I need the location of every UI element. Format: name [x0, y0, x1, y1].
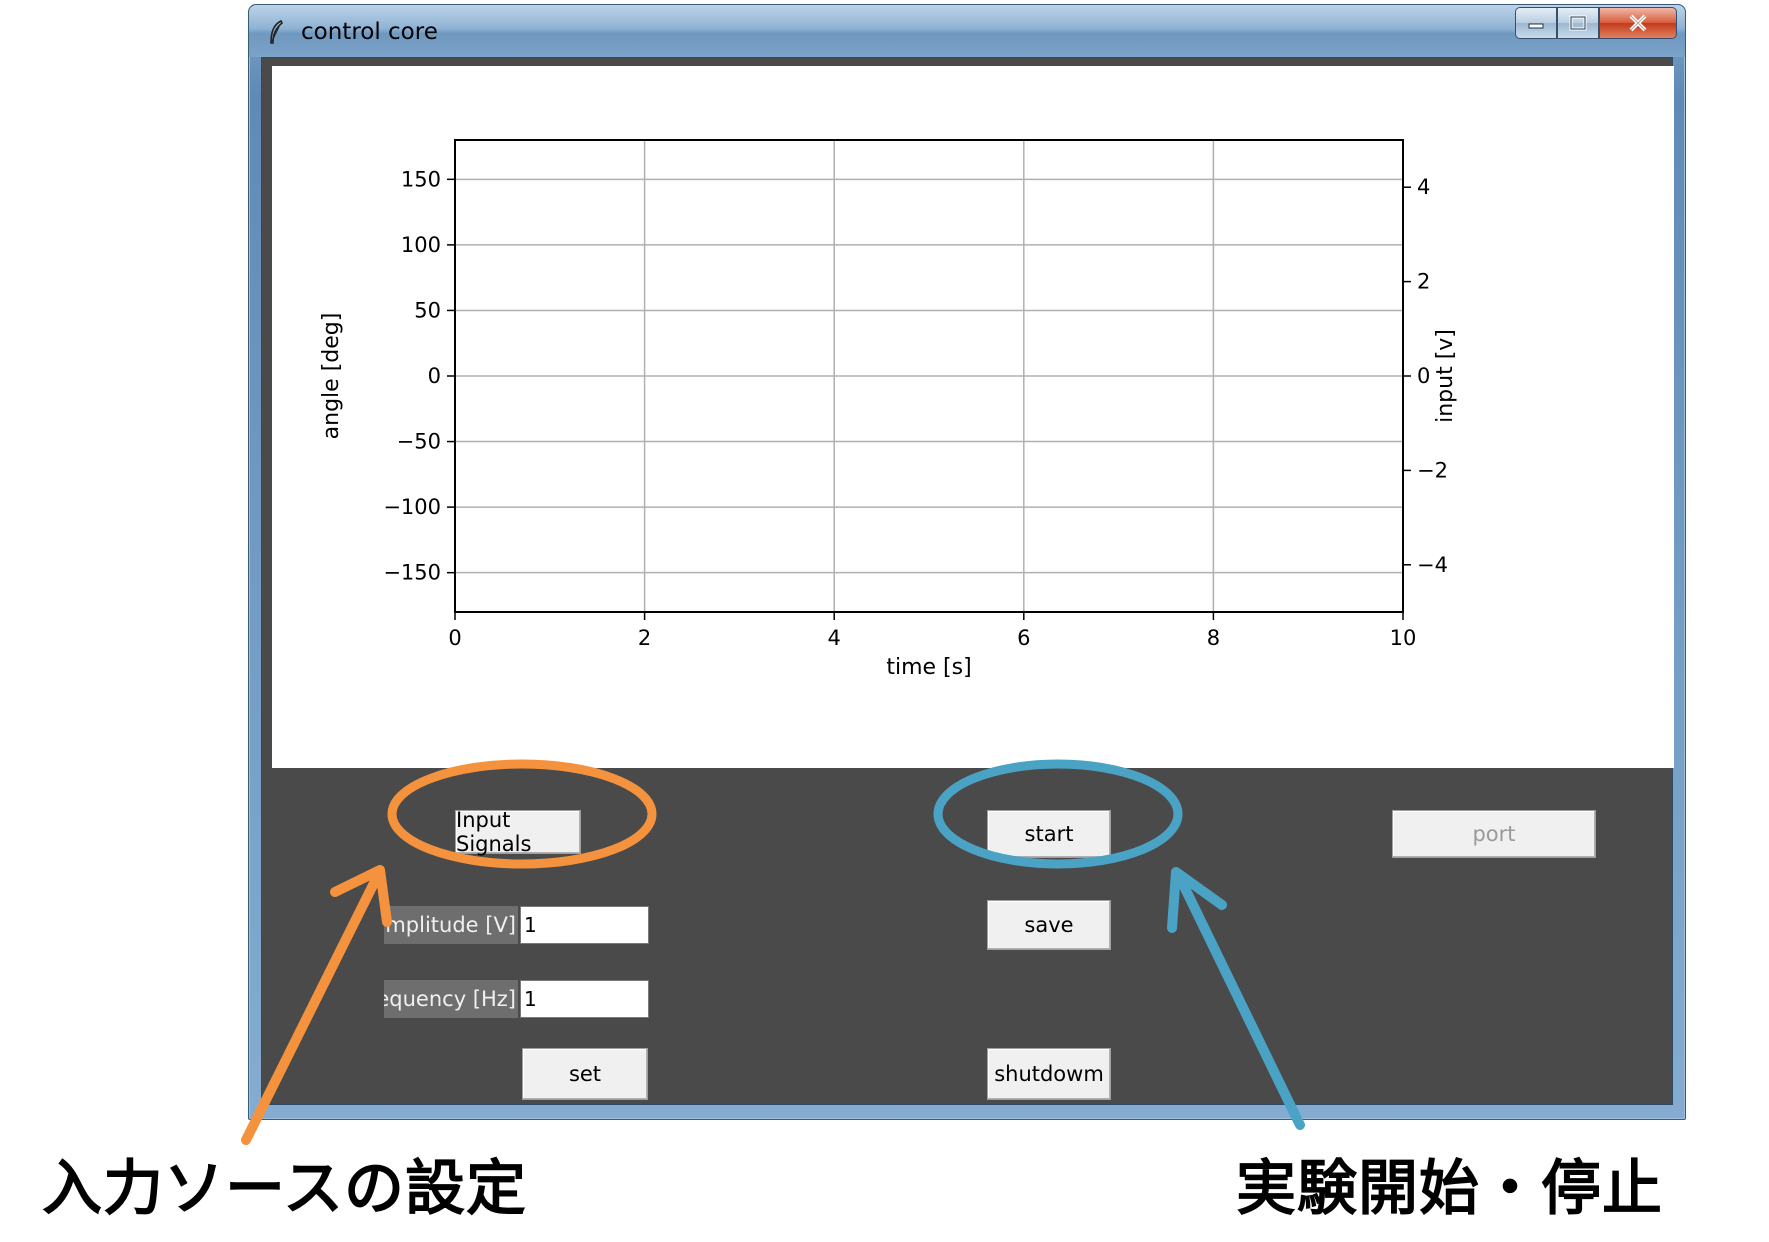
port-button[interactable]: port — [1392, 810, 1596, 858]
y2-tick-label: −4 — [1417, 553, 1448, 577]
start-button[interactable]: start — [987, 810, 1111, 858]
y-tick-label: 0 — [428, 364, 441, 388]
y2-tick-label: 0 — [1417, 364, 1430, 388]
y-tick-label: 150 — [401, 167, 441, 191]
input-source-caption: 入力ソースの設定 — [42, 1154, 527, 1224]
x-tick-label: 10 — [1390, 626, 1417, 650]
main-panel: 0 2 4 6 8 10 −150 −100 −50 0 50 100 150 −4 −2 0 2 4 time … — [261, 57, 1674, 1105]
y-tick-label: 100 — [401, 233, 441, 257]
x-tick-label: 8 — [1207, 626, 1220, 650]
experiment-start-stop-caption: 実験開始・停止 — [1236, 1154, 1663, 1224]
window-title: control core — [301, 19, 438, 45]
maximize-icon — [1569, 15, 1587, 31]
frequency-label: frequency [Hz] — [384, 980, 518, 1018]
y2-axis-label: input [v] — [1433, 329, 1458, 423]
x-tick-label: 4 — [828, 626, 841, 650]
close-button[interactable] — [1599, 7, 1677, 39]
amplitude-field[interactable]: 1 — [520, 906, 649, 944]
amplitude-label: amplitude [V] — [384, 906, 518, 944]
y-tick-label: −50 — [397, 430, 441, 454]
window-controls — [1515, 7, 1677, 41]
feather-icon — [270, 19, 283, 44]
frequency-field[interactable]: 1 — [520, 980, 649, 1018]
minimize-icon — [1528, 23, 1544, 29]
y2-tick-label: 4 — [1417, 175, 1430, 199]
plot-area: 0 2 4 6 8 10 −150 −100 −50 0 50 100 150 −4 −2 0 2 4 time … — [272, 66, 1674, 768]
y2-tick-label: 2 — [1417, 270, 1430, 294]
x-tick-label: 0 — [448, 626, 461, 650]
shutdown-button[interactable]: shutdowm — [987, 1048, 1111, 1100]
maximize-button[interactable] — [1557, 7, 1599, 39]
input-signals-button[interactable]: Input Signals — [455, 808, 581, 856]
close-icon — [1629, 14, 1647, 32]
x-axis-label: time [s] — [886, 655, 971, 680]
app-window: control core 0 2 4 6 8 10 −150 −100 −50 0 50 100 150… — [248, 4, 1686, 1120]
set-button[interactable]: set — [522, 1048, 648, 1100]
y-axis-label: angle [deg] — [319, 313, 344, 440]
save-button[interactable]: save — [987, 900, 1111, 950]
title-bar[interactable]: control core — [249, 5, 1685, 57]
x-tick-label: 6 — [1017, 626, 1030, 650]
y2-tick-label: −2 — [1417, 458, 1448, 482]
angle-input-chart: 0 2 4 6 8 10 −150 −100 −50 0 50 100 150 −4 −2 0 2 4 time … — [319, 139, 1458, 680]
y-tick-label: −150 — [383, 561, 441, 585]
minimize-button[interactable] — [1515, 7, 1557, 39]
x-tick-label: 2 — [638, 626, 651, 650]
y-tick-label: −100 — [383, 495, 441, 519]
y-tick-label: 50 — [414, 298, 441, 322]
